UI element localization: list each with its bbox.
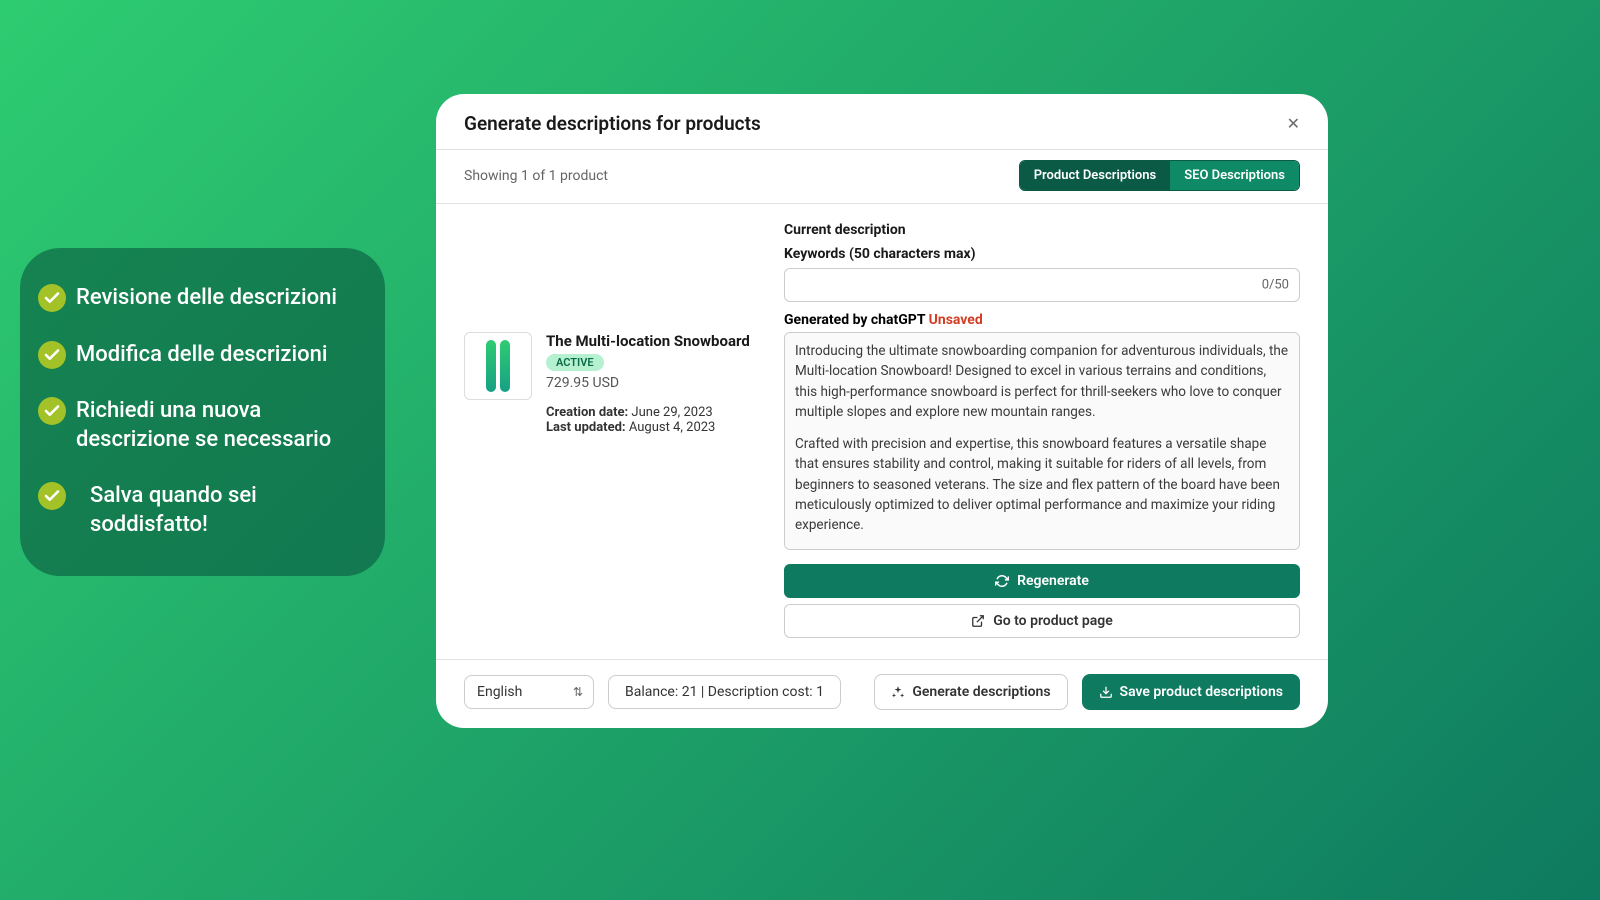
download-icon [1099,685,1113,699]
creation-date: Creation date: June 29, 2023 [546,405,750,420]
modal-title: Generate descriptions for products [464,112,761,135]
external-link-icon [971,614,985,628]
refresh-icon [995,574,1009,588]
language-select[interactable]: English [464,675,594,709]
check-icon [38,341,66,369]
bullet-text: Revisione delle descrizioni [76,284,337,313]
goto-product-button[interactable]: Go to product page [784,604,1300,638]
close-icon[interactable]: ✕ [1287,114,1300,133]
modal-footer: English Balance: 21 | Description cost: … [436,659,1328,728]
keywords-field-wrapper: 0/50 [784,268,1300,302]
snowboard-icon [486,340,496,392]
last-updated: Last updated: August 4, 2023 [546,420,750,435]
tab-seo-descriptions[interactable]: SEO Descriptions [1170,161,1299,190]
generate-descriptions-button[interactable]: Generate descriptions [874,674,1067,710]
generated-description[interactable]: Introducing the ultimate snowboarding co… [784,332,1300,550]
bullet-item: Richiedi una nuova descrizione se necess… [38,397,365,454]
product-price: 729.95 USD [546,375,750,391]
check-icon [38,397,66,425]
keywords-input[interactable] [785,269,1299,301]
sparkle-icon [891,685,905,699]
showing-count: Showing 1 of 1 product [464,168,608,184]
product-panel: The Multi-location Snowboard ACTIVE 729.… [464,222,764,659]
save-descriptions-button[interactable]: Save product descriptions [1082,674,1300,710]
bullet-item: Modifica delle descrizioni [38,341,365,370]
bullet-text: Richiedi una nuova descrizione se necess… [76,397,365,454]
tab-product-descriptions[interactable]: Product Descriptions [1020,161,1171,190]
product-thumbnail [464,332,532,400]
feature-bullets: Revisione delle descrizioni Modifica del… [20,248,385,576]
generated-label: Generated by chatGPT Unsaved [784,312,1300,328]
bullet-text: Modifica delle descrizioni [76,341,327,370]
status-badge: ACTIVE [546,354,604,371]
product-info: The Multi-location Snowboard ACTIVE 729.… [546,332,750,435]
modal-body: The Multi-location Snowboard ACTIVE 729.… [436,204,1328,659]
snowboard-icon [500,340,510,392]
keywords-label: Keywords (50 characters max) [784,246,1300,262]
description-panel: Current description Keywords (50 charact… [784,222,1300,659]
keywords-count: 0/50 [1262,278,1289,293]
balance-display: Balance: 21 | Description cost: 1 [608,675,841,709]
bullet-item: Salva quando sei soddisfatto! [38,482,365,539]
modal-header: Generate descriptions for products ✕ [436,94,1328,150]
modal-subheader: Showing 1 of 1 product Product Descripti… [436,150,1328,204]
bullet-text: Salva quando sei soddisfatto! [76,482,365,539]
description-tabs: Product Descriptions SEO Descriptions [1019,160,1300,191]
check-icon [38,482,66,510]
regenerate-button[interactable]: Regenerate [784,564,1300,598]
current-description-label: Current description [784,222,1300,238]
generate-modal: Generate descriptions for products ✕ Sho… [436,94,1328,728]
bullet-item: Revisione delle descrizioni [38,284,365,313]
unsaved-indicator: Unsaved [929,312,983,328]
check-icon [38,284,66,312]
product-name: The Multi-location Snowboard [546,332,750,350]
